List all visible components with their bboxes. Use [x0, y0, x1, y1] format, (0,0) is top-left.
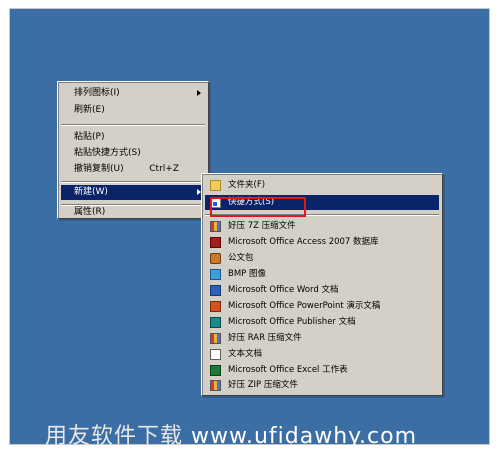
new-item-access-database[interactable]: Microsoft Office Access 2007 数据库	[205, 235, 439, 250]
new-item-bmp-image[interactable]: BMP 图像	[205, 267, 439, 282]
watermark-brand: 用友软件下载	[45, 424, 184, 449]
menu-item-properties[interactable]: 属性(R)	[61, 207, 205, 217]
bmp-image-icon	[210, 269, 221, 280]
watermark: 用友软件下载 www.ufidawhy.com	[45, 418, 417, 450]
desktop-context-menu: 排列图标(I) 刷新(E) 粘贴(P) 粘贴快捷方式(S) 撤销复制(U) Ct…	[57, 81, 209, 219]
menu-item-paste-shortcut[interactable]: 粘贴快捷方式(S)	[61, 146, 205, 161]
archive-icon	[210, 333, 221, 344]
archive-icon	[210, 221, 221, 232]
new-item-7z-archive[interactable]: 好压 7Z 压缩文件	[205, 219, 439, 234]
new-item-rar-archive[interactable]: 好压 RAR 压缩文件	[205, 331, 439, 346]
new-item-powerpoint[interactable]: Microsoft Office PowerPoint 演示文稿	[205, 299, 439, 314]
briefcase-icon	[210, 253, 221, 264]
annotation-highlight-box	[210, 197, 306, 217]
menu-item-refresh[interactable]: 刷新(E)	[61, 103, 205, 118]
menu-separator	[61, 181, 205, 183]
new-item-word-document[interactable]: Microsoft Office Word 文档	[205, 283, 439, 298]
watermark-url: www.ufidawhy.com	[191, 424, 418, 449]
new-item-publisher[interactable]: Microsoft Office Publisher 文档	[205, 315, 439, 330]
excel-icon	[210, 365, 221, 376]
menu-item-undo-copy[interactable]: 撤销复制(U) Ctrl+Z	[61, 162, 205, 177]
submenu-arrow-icon	[197, 90, 201, 96]
new-item-briefcase[interactable]: 公文包	[205, 251, 439, 266]
powerpoint-icon	[210, 301, 221, 312]
text-document-icon	[210, 349, 221, 360]
publisher-icon	[210, 317, 221, 328]
menu-item-arrange-icons[interactable]: 排列图标(I)	[61, 86, 205, 101]
word-icon	[210, 285, 221, 296]
archive-icon	[210, 380, 221, 391]
access-icon	[210, 237, 221, 248]
folder-icon	[210, 180, 221, 191]
new-item-excel[interactable]: Microsoft Office Excel 工作表	[205, 363, 439, 378]
menu-item-new[interactable]: 新建(W)	[61, 185, 205, 200]
menu-separator	[61, 204, 205, 206]
shortcut-text: Ctrl+Z	[149, 164, 179, 174]
menu-separator	[61, 124, 205, 126]
new-item-folder[interactable]: 文件夹(F)	[205, 178, 439, 193]
new-item-zip-archive[interactable]: 好压 ZIP 压缩文件	[205, 378, 439, 393]
menu-item-paste[interactable]: 粘贴(P)	[61, 130, 205, 145]
new-item-text-document[interactable]: 文本文档	[205, 347, 439, 362]
